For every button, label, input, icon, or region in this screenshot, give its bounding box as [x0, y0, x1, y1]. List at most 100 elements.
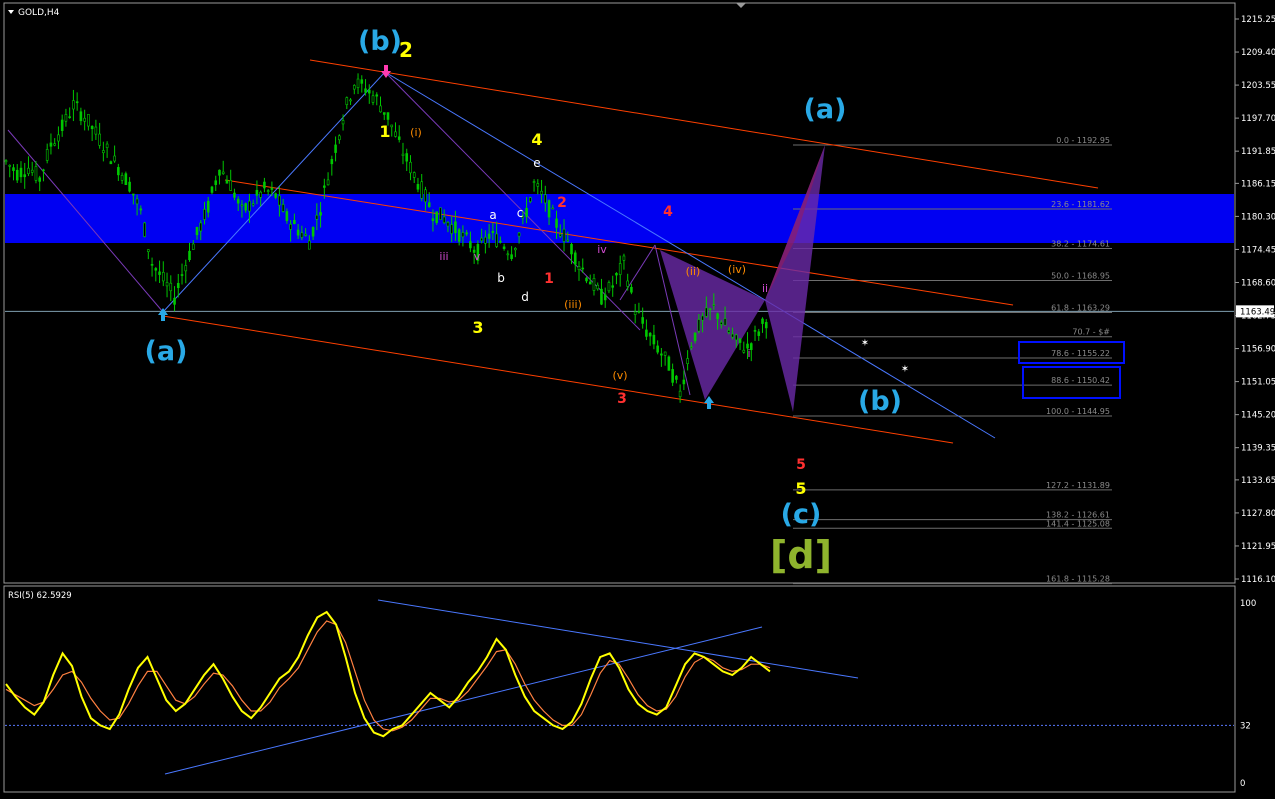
candle-body[interactable]	[8, 164, 12, 167]
candle-body[interactable]	[671, 369, 674, 383]
candle-body[interactable]	[645, 329, 648, 337]
candle-body[interactable]	[705, 307, 708, 317]
candle-body[interactable]	[83, 117, 86, 122]
candle-body[interactable]	[562, 228, 566, 242]
candle-body[interactable]	[734, 334, 738, 341]
candle-body[interactable]	[600, 288, 603, 305]
candle-body[interactable]	[633, 311, 637, 315]
candle-body[interactable]	[611, 285, 615, 288]
candle-body[interactable]	[757, 331, 761, 336]
candle-body[interactable]	[240, 204, 244, 207]
candle-body[interactable]	[154, 268, 158, 271]
candle-body[interactable]	[259, 191, 262, 198]
candle-body[interactable]	[487, 233, 491, 239]
candle-body[interactable]	[124, 173, 128, 186]
candle-body[interactable]	[532, 181, 536, 183]
candle-body[interactable]	[135, 198, 139, 205]
candle-body[interactable]	[87, 114, 90, 127]
candle-body[interactable]	[416, 184, 420, 190]
candle-body[interactable]	[117, 167, 120, 176]
candle-body[interactable]	[495, 233, 498, 247]
candle-body[interactable]	[308, 240, 311, 250]
candle-body[interactable]	[510, 254, 513, 259]
candle-body[interactable]	[375, 94, 379, 97]
candle-body[interactable]	[727, 330, 731, 333]
candle-body[interactable]	[514, 248, 517, 251]
candle-body[interactable]	[491, 230, 495, 234]
candle-body[interactable]	[603, 294, 607, 301]
candle-body[interactable]	[319, 212, 322, 216]
candle-body[interactable]	[12, 167, 15, 171]
candle-body[interactable]	[607, 282, 611, 292]
candle-body[interactable]	[109, 161, 113, 165]
candle-body[interactable]	[176, 282, 180, 289]
candle-body[interactable]	[34, 166, 38, 181]
candle-body[interactable]	[708, 308, 712, 310]
candle-body[interactable]	[341, 120, 345, 125]
candle-body[interactable]	[667, 356, 671, 371]
candle-body[interactable]	[352, 85, 356, 90]
candle-body[interactable]	[281, 204, 285, 212]
candle-body[interactable]	[484, 236, 487, 244]
candle-body[interactable]	[660, 353, 663, 356]
candle-body[interactable]	[525, 208, 528, 217]
candle-body[interactable]	[450, 224, 453, 234]
candle-body[interactable]	[330, 159, 334, 165]
candle-body[interactable]	[161, 272, 165, 282]
candle-body[interactable]	[536, 183, 540, 187]
candle-body[interactable]	[203, 209, 206, 220]
candle-body[interactable]	[293, 219, 296, 224]
candle-body[interactable]	[648, 332, 652, 337]
candle-body[interactable]	[622, 255, 626, 261]
candle-body[interactable]	[120, 175, 124, 181]
candle-body[interactable]	[27, 167, 30, 174]
candle-body[interactable]	[255, 189, 259, 196]
candle-body[interactable]	[105, 143, 109, 148]
candle-body[interactable]	[764, 322, 768, 329]
candle-body[interactable]	[469, 241, 472, 249]
candle-body[interactable]	[315, 214, 319, 220]
candle-body[interactable]	[693, 332, 697, 342]
candle-body[interactable]	[720, 321, 723, 325]
candle-body[interactable]	[274, 193, 277, 198]
candle-body[interactable]	[296, 229, 300, 236]
candle-body[interactable]	[90, 125, 94, 130]
candle-body[interactable]	[165, 282, 169, 287]
candle-body[interactable]	[364, 88, 367, 93]
candle-body[interactable]	[596, 284, 600, 290]
candle-body[interactable]	[529, 197, 532, 202]
candle-body[interactable]	[64, 114, 68, 122]
candle-body[interactable]	[248, 200, 251, 212]
candle-body[interactable]	[555, 218, 558, 228]
candle-body[interactable]	[394, 131, 397, 137]
candle-body[interactable]	[143, 222, 146, 237]
candle-body[interactable]	[57, 134, 60, 142]
candle-body[interactable]	[379, 105, 382, 113]
candle-body[interactable]	[15, 169, 19, 181]
candle-body[interactable]	[753, 330, 757, 332]
candle-body[interactable]	[566, 239, 570, 242]
candle-body[interactable]	[716, 313, 719, 320]
candle-body[interactable]	[615, 273, 618, 276]
candle-body[interactable]	[517, 232, 521, 237]
candle-body[interactable]	[311, 227, 315, 237]
candle-body[interactable]	[424, 189, 427, 203]
candle-body[interactable]	[102, 150, 105, 154]
candle-body[interactable]	[180, 274, 184, 276]
candle-body[interactable]	[285, 211, 289, 222]
candle-body[interactable]	[229, 180, 233, 191]
candle-body[interactable]	[749, 343, 753, 350]
candle-body[interactable]	[540, 190, 543, 195]
candle-body[interactable]	[420, 181, 424, 199]
candle-body[interactable]	[675, 375, 678, 380]
candle-body[interactable]	[19, 167, 23, 178]
candle-body[interactable]	[499, 240, 502, 243]
candle-body[interactable]	[206, 200, 210, 213]
candle-body[interactable]	[682, 379, 686, 385]
candle-body[interactable]	[457, 229, 461, 242]
price-chart[interactable]: GOLD,H4 0.0 - 1192.95 23.6 - 1181.62 38.2 …	[0, 0, 1275, 795]
candle-body[interactable]	[652, 334, 656, 345]
candle-body[interactable]	[454, 221, 457, 234]
candle-body[interactable]	[38, 177, 42, 182]
candle-body[interactable]	[326, 179, 330, 186]
